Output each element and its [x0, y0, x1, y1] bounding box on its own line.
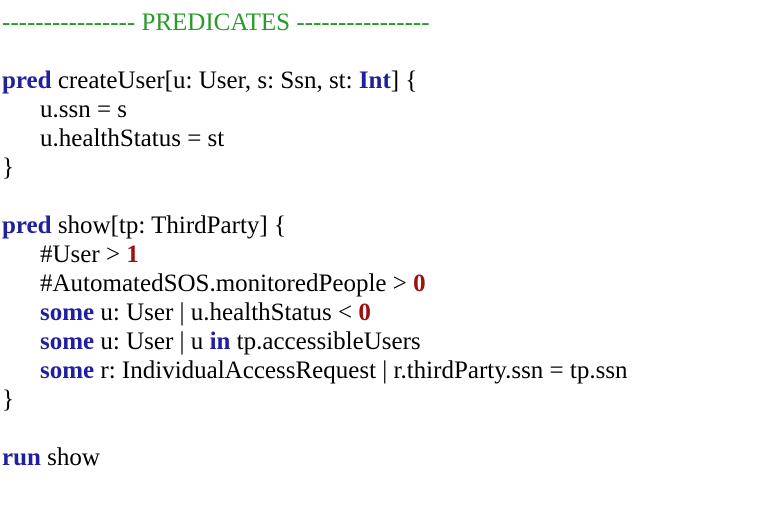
expr-text: tp.accessibleUsers — [230, 328, 421, 355]
expr-text: u: User | u.healthStatus < — [94, 299, 359, 326]
createUser-body-line-2: u.healthStatus = st — [40, 125, 225, 152]
some-keyword: some — [40, 357, 95, 384]
run-keyword: run — [2, 444, 41, 471]
some-keyword: some — [40, 299, 95, 326]
show-body-line-2: #AutomatedSOS.monitoredPeople > 0 — [2, 269, 762, 298]
pred-show-signature: pred show[tp: ThirdParty] { — [2, 211, 762, 240]
show-body-line-4: some u: User | u in tp.accessibleUsers — [2, 327, 762, 356]
predicates-header: ---------------- PREDICATES ------------… — [2, 9, 430, 36]
signature-text: createUser[u: User, s: Ssn, st: — [51, 67, 359, 94]
show-body-line-3: some u: User | u.healthStatus < 0 — [2, 298, 762, 327]
pred-createUser-signature: pred createUser[u: User, s: Ssn, st: Int… — [2, 66, 762, 95]
createUser-body-line-1: u.ssn = s — [40, 96, 128, 123]
expr-text: #AutomatedSOS.monitoredPeople > — [40, 270, 414, 297]
createUser-close-brace: } — [2, 154, 14, 181]
show-body-line-5: some r: IndividualAccessRequest | r.thir… — [2, 356, 762, 385]
pred-keyword: pred — [2, 212, 52, 239]
run-command: run show — [2, 443, 762, 472]
code-listing: ---------------- PREDICATES ------------… — [0, 0, 762, 472]
number-literal: 1 — [126, 241, 139, 268]
some-keyword: some — [40, 328, 95, 355]
expr-text: r: IndividualAccessRequest | r.thirdPart… — [94, 357, 628, 384]
show-body-line-1: #User > 1 — [2, 240, 762, 269]
expr-text: #User > — [40, 241, 127, 268]
number-literal: 0 — [358, 299, 371, 326]
signature-close: ] { — [390, 67, 418, 94]
expr-text: u: User | u — [94, 328, 210, 355]
in-keyword: in — [209, 328, 231, 355]
show-close-brace: } — [2, 386, 14, 413]
run-target: show — [40, 444, 100, 471]
signature-text: show[tp: ThirdParty] { — [51, 212, 286, 239]
number-literal: 0 — [413, 270, 426, 297]
pred-keyword: pred — [2, 67, 52, 94]
int-keyword: Int — [358, 67, 391, 94]
